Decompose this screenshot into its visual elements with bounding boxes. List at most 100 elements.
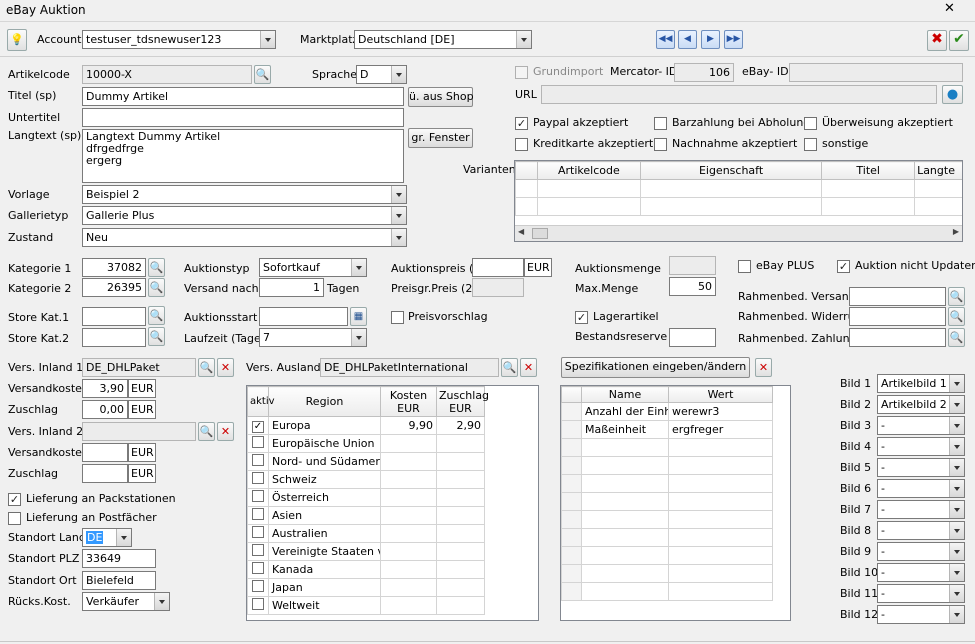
versandkosten2-field[interactable] bbox=[82, 443, 128, 462]
zuschlag1-field[interactable]: 0,00 bbox=[82, 400, 128, 419]
region-kosten[interactable] bbox=[380, 488, 437, 507]
ausland-search-icon[interactable]: 🔍 bbox=[501, 358, 518, 377]
table-row[interactable]: Europäische Union bbox=[247, 434, 539, 453]
table-row[interactable] bbox=[561, 582, 791, 601]
table-row[interactable]: Weltweit bbox=[247, 596, 539, 615]
standort-land-select[interactable]: DE bbox=[82, 528, 132, 547]
langtext-field[interactable]: Langtext Dummy Artikel dfrgedfrge ergerg bbox=[82, 129, 404, 183]
region-zuschlag[interactable] bbox=[436, 596, 485, 615]
storekat1-search-icon[interactable]: 🔍 bbox=[148, 306, 165, 325]
varianten-col[interactable]: Eigenschaft bbox=[639, 161, 823, 180]
table-row[interactable] bbox=[561, 546, 791, 565]
varianten-col[interactable]: Langte bbox=[914, 161, 962, 180]
image-slot-select[interactable]: - bbox=[877, 416, 965, 435]
lightbulb-icon[interactable]: 💡 bbox=[7, 29, 27, 51]
ueberweisung-checkbox[interactable] bbox=[804, 117, 817, 130]
standort-plz-field[interactable]: 33649 bbox=[82, 549, 156, 568]
gallerietyp-select[interactable]: Gallerie Plus bbox=[82, 206, 407, 225]
standort-ort-field[interactable]: Bielefeld bbox=[82, 571, 156, 590]
region-zuschlag[interactable] bbox=[436, 578, 485, 597]
table-row[interactable] bbox=[561, 438, 791, 457]
region-aktiv-checkbox[interactable] bbox=[252, 580, 264, 592]
regions-col-aktiv[interactable]: aktiv bbox=[247, 386, 275, 417]
region-aktiv-checkbox[interactable] bbox=[252, 562, 264, 574]
table-row[interactable]: Maßeinheit ergfreger bbox=[561, 420, 791, 439]
varianten-scrollbar[interactable]: ◀ ▶ bbox=[515, 225, 962, 241]
regions-col-kosten[interactable]: Kosten EUR bbox=[380, 386, 437, 417]
untertitel-field[interactable] bbox=[82, 108, 404, 127]
auktionstyp-select[interactable]: Sofortkauf bbox=[259, 258, 367, 277]
barzahlung-checkbox[interactable] bbox=[654, 117, 667, 130]
region-kosten[interactable] bbox=[380, 524, 437, 543]
calendar-icon[interactable]: ▦ bbox=[350, 307, 367, 326]
cancel-icon[interactable]: ✖ bbox=[927, 30, 947, 51]
varianten-col[interactable]: Artikelcode bbox=[536, 161, 641, 180]
region-aktiv-checkbox[interactable] bbox=[252, 598, 264, 610]
table-row[interactable]: Japan bbox=[247, 578, 539, 597]
region-aktiv-checkbox[interactable] bbox=[252, 490, 264, 502]
image-slot-select[interactable]: - bbox=[877, 605, 965, 624]
artikel-search-icon[interactable]: 🔍 bbox=[254, 65, 271, 84]
rb-widerruf-search-icon[interactable]: 🔍 bbox=[948, 307, 965, 326]
image-slot-select[interactable]: - bbox=[877, 479, 965, 498]
inland1-search-icon[interactable]: 🔍 bbox=[198, 358, 215, 377]
table-row[interactable]: Anzahl der Einhewerewr3 bbox=[561, 402, 791, 421]
kat1-field[interactable]: 37082 bbox=[82, 258, 146, 277]
region-kosten[interactable] bbox=[380, 470, 437, 489]
vorlage-select[interactable]: Beispiel 2 bbox=[82, 185, 407, 204]
region-zuschlag[interactable] bbox=[436, 470, 485, 489]
auktionspreis-field[interactable] bbox=[472, 258, 524, 277]
laufzeit-select[interactable]: 7 bbox=[259, 328, 367, 347]
regions-grid[interactable]: aktiv Region Kosten EUR Zuschlag EUR ✓ Eu… bbox=[246, 385, 539, 621]
auktionsstart-field[interactable] bbox=[259, 307, 348, 326]
kat1-search-icon[interactable]: 🔍 bbox=[148, 258, 165, 277]
table-row[interactable]: Kanada bbox=[247, 560, 539, 579]
rb-versand-field[interactable] bbox=[849, 287, 946, 306]
region-kosten[interactable] bbox=[380, 560, 437, 579]
region-zuschlag[interactable] bbox=[436, 434, 485, 453]
region-aktiv-checkbox[interactable] bbox=[252, 526, 264, 538]
sonstige-checkbox[interactable] bbox=[804, 138, 817, 151]
image-slot-select[interactable]: - bbox=[877, 542, 965, 561]
image-slot-select[interactable]: - bbox=[877, 563, 965, 582]
regions-col-zuschlag[interactable]: Zuschlag EUR bbox=[436, 386, 489, 417]
region-zuschlag[interactable] bbox=[436, 452, 485, 471]
versand-nach-field[interactable]: 1 bbox=[259, 278, 324, 297]
kreditkarte-checkbox[interactable] bbox=[515, 138, 528, 151]
region-zuschlag[interactable] bbox=[436, 560, 485, 579]
table-row[interactable] bbox=[561, 564, 791, 583]
table-row[interactable]: ✓ Europa 9,90 2,90 bbox=[247, 416, 539, 435]
image-slot-select[interactable]: Artikelbild 2 bbox=[877, 395, 965, 414]
varianten-grid[interactable]: Artikelcode Eigenschaft Titel Langte ◀ ▶ bbox=[514, 160, 963, 242]
table-row[interactable] bbox=[561, 492, 791, 511]
specs-col-name[interactable]: Name bbox=[581, 386, 669, 403]
varianten-col[interactable]: Titel bbox=[821, 161, 916, 180]
rb-versand-search-icon[interactable]: 🔍 bbox=[948, 287, 965, 306]
table-row[interactable]: Österreich bbox=[247, 488, 539, 507]
rb-zahlung-search-icon[interactable]: 🔍 bbox=[948, 328, 965, 347]
next-record-icon[interactable]: ▶ bbox=[701, 30, 720, 49]
spec-name[interactable]: Maßeinheit bbox=[581, 420, 669, 439]
table-row[interactable]: Australien bbox=[247, 524, 539, 543]
region-aktiv-checkbox[interactable] bbox=[252, 472, 264, 484]
table-row[interactable]: Asien bbox=[247, 506, 539, 525]
packstation-checkbox[interactable]: ✓ bbox=[8, 493, 21, 506]
region-zuschlag[interactable] bbox=[436, 488, 485, 507]
region-kosten[interactable] bbox=[380, 506, 437, 525]
grundimport-checkbox[interactable] bbox=[515, 66, 528, 79]
zuschlag2-field[interactable] bbox=[82, 464, 128, 483]
image-slot-select[interactable]: Artikelbild 1 bbox=[877, 374, 965, 393]
gr-fenster-button[interactable]: gr. Fenster bbox=[408, 128, 473, 148]
region-kosten[interactable] bbox=[380, 434, 437, 453]
region-zuschlag[interactable]: 2,90 bbox=[436, 416, 485, 435]
rb-zahlung-field[interactable] bbox=[849, 328, 946, 347]
table-row[interactable] bbox=[561, 474, 791, 493]
storekat1-field[interactable] bbox=[82, 307, 146, 326]
maxmenge-field[interactable]: 50 bbox=[669, 277, 716, 296]
storekat2-field[interactable] bbox=[82, 328, 146, 347]
image-slot-select[interactable]: - bbox=[877, 521, 965, 540]
artikelcode-field[interactable]: 10000-X bbox=[82, 65, 252, 84]
versandkosten1-field[interactable]: 3,90 bbox=[82, 379, 128, 398]
region-zuschlag[interactable] bbox=[436, 506, 485, 525]
confirm-icon[interactable]: ✔ bbox=[949, 30, 969, 51]
